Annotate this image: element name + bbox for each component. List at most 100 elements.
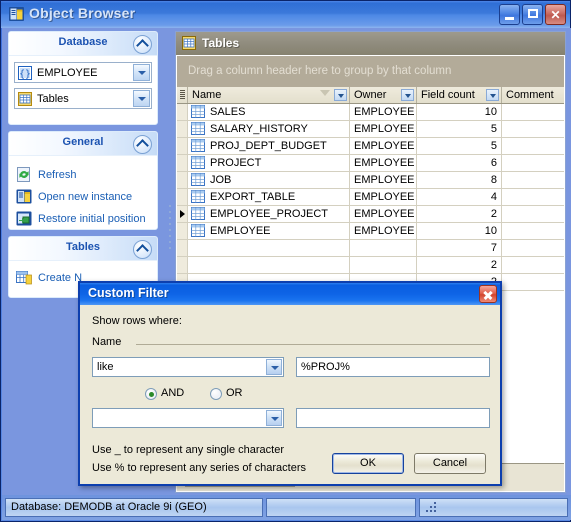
- operator-combo-1[interactable]: like: [92, 357, 284, 377]
- cell-name[interactable]: JOB: [188, 172, 350, 188]
- table-row[interactable]: 7: [177, 240, 564, 257]
- cell-owner[interactable]: EMPLOYEE: [350, 223, 417, 239]
- cell-name[interactable]: SALARY_HISTORY: [188, 121, 350, 137]
- cell-owner[interactable]: [350, 240, 417, 256]
- maximize-button[interactable]: [522, 4, 543, 25]
- cell-fieldcount[interactable]: 10: [417, 104, 502, 120]
- chevron-up-icon[interactable]: [133, 240, 152, 259]
- cell-name[interactable]: [188, 240, 350, 256]
- cell-comment[interactable]: [502, 172, 564, 188]
- column-header-comment[interactable]: Comment: [502, 87, 564, 103]
- radio-and-indicator: [145, 388, 157, 400]
- cell-fieldcount[interactable]: 5: [417, 138, 502, 154]
- table-row[interactable]: 2: [177, 257, 564, 274]
- schema-combo-dropdown[interactable]: [133, 64, 150, 81]
- cell-comment[interactable]: [502, 257, 564, 273]
- cell-comment[interactable]: [502, 104, 564, 120]
- cell-name[interactable]: SALES: [188, 104, 350, 120]
- chevron-up-icon[interactable]: [133, 35, 152, 54]
- cell-owner[interactable]: EMPLOYEE: [350, 172, 417, 188]
- chevron-up-icon[interactable]: [133, 135, 152, 154]
- dialog-close-icon[interactable]: [479, 285, 497, 303]
- row-indicator[interactable]: [177, 172, 188, 188]
- row-indicator[interactable]: [177, 155, 188, 171]
- cell-owner[interactable]: [350, 257, 417, 273]
- row-indicator[interactable]: [177, 121, 188, 137]
- cell-fieldcount[interactable]: 6: [417, 155, 502, 171]
- cell-comment[interactable]: [502, 138, 564, 154]
- operator-combo-1-dropdown[interactable]: [266, 359, 282, 375]
- column-header-name[interactable]: Name: [188, 87, 350, 103]
- cell-name[interactable]: EMPLOYEE_PROJECT: [188, 206, 350, 222]
- cell-name[interactable]: EXPORT_TABLE: [188, 189, 350, 205]
- cell-fieldcount[interactable]: 2: [417, 257, 502, 273]
- nav-group-tables-header[interactable]: Tables: [9, 237, 157, 261]
- cell-owner[interactable]: EMPLOYEE: [350, 155, 417, 171]
- ok-button[interactable]: OK: [332, 453, 404, 474]
- row-indicator[interactable]: [177, 257, 188, 273]
- column-header-owner[interactable]: Owner: [350, 87, 417, 103]
- cell-name[interactable]: PROJECT: [188, 155, 350, 171]
- filter-dropdown-fieldcount[interactable]: [486, 89, 499, 101]
- nav-group-database-header[interactable]: Database: [9, 32, 157, 56]
- cell-owner[interactable]: EMPLOYEE: [350, 206, 417, 222]
- sidebar-item-open-new-instance[interactable]: Open new instance: [16, 188, 152, 207]
- cell-comment[interactable]: [502, 155, 564, 171]
- cell-fieldcount[interactable]: 10: [417, 223, 502, 239]
- cell-owner[interactable]: EMPLOYEE: [350, 189, 417, 205]
- table-row[interactable]: JOB EMPLOYEE 8: [177, 172, 564, 189]
- row-indicator[interactable]: [177, 223, 188, 239]
- cell-owner[interactable]: EMPLOYEE: [350, 104, 417, 120]
- cell-name[interactable]: EMPLOYEE: [188, 223, 350, 239]
- cell-comment[interactable]: [502, 206, 564, 222]
- close-button[interactable]: ✕: [545, 4, 566, 25]
- filter-dropdown-name[interactable]: [334, 89, 347, 101]
- table-row[interactable]: EXPORT_TABLE EMPLOYEE 4: [177, 189, 564, 206]
- table-row[interactable]: PROJECT EMPLOYEE 6: [177, 155, 564, 172]
- cell-fieldcount[interactable]: 8: [417, 172, 502, 188]
- table-row[interactable]: SALARY_HISTORY EMPLOYEE 5: [177, 121, 564, 138]
- row-indicator-current[interactable]: [177, 206, 188, 222]
- cell-fieldcount[interactable]: 2: [417, 206, 502, 222]
- cell-comment[interactable]: [502, 223, 564, 239]
- cell-fieldcount[interactable]: 5: [417, 121, 502, 137]
- cell-comment[interactable]: [502, 240, 564, 256]
- row-indicator[interactable]: [177, 104, 188, 120]
- column-header-fieldcount[interactable]: Field count: [417, 87, 502, 103]
- client-area: Database {} EMPLOYEE Tables General Refr…: [2, 28, 571, 495]
- cell-name[interactable]: [188, 257, 350, 273]
- sidebar-item-refresh[interactable]: Refresh: [16, 166, 152, 185]
- cell-name[interactable]: PROJ_DEPT_BUDGET: [188, 138, 350, 154]
- cell-fieldcount[interactable]: 7: [417, 240, 502, 256]
- value-input-1[interactable]: %PROJ%: [296, 357, 490, 377]
- cell-comment[interactable]: [502, 274, 564, 290]
- value-input-2[interactable]: [296, 408, 490, 428]
- cell-name-text: PROJECT: [210, 157, 262, 169]
- filter-dropdown-owner[interactable]: [401, 89, 414, 101]
- group-by-bar[interactable]: Drag a column header here to group by th…: [177, 56, 564, 87]
- table-row[interactable]: EMPLOYEE_PROJECT EMPLOYEE 2: [177, 206, 564, 223]
- row-indicator[interactable]: [177, 189, 188, 205]
- minimize-button[interactable]: [499, 4, 520, 25]
- nav-group-general-header[interactable]: General: [9, 132, 157, 156]
- table-row[interactable]: EMPLOYEE EMPLOYEE 10: [177, 223, 564, 240]
- resize-grip-icon[interactable]: [425, 501, 436, 512]
- schema-combo[interactable]: {} EMPLOYEE: [14, 62, 152, 83]
- operator-combo-2-dropdown[interactable]: [266, 410, 282, 426]
- object-type-combo-dropdown[interactable]: [133, 90, 150, 107]
- operator-combo-2[interactable]: [92, 408, 284, 428]
- table-row[interactable]: SALES EMPLOYEE 10: [177, 104, 564, 121]
- table-row[interactable]: PROJ_DEPT_BUDGET EMPLOYEE 5: [177, 138, 564, 155]
- row-indicator[interactable]: [177, 138, 188, 154]
- cancel-button[interactable]: Cancel: [414, 453, 486, 474]
- cell-fieldcount[interactable]: 4: [417, 189, 502, 205]
- cell-owner-text: EMPLOYEE: [354, 157, 415, 169]
- cell-comment[interactable]: [502, 121, 564, 137]
- row-indicator[interactable]: [177, 240, 188, 256]
- cell-comment[interactable]: [502, 189, 564, 205]
- object-type-combo[interactable]: Tables: [14, 88, 152, 109]
- sidebar-item-restore-initial-position[interactable]: Restore initial position: [16, 210, 152, 229]
- panel-splitter[interactable]: [167, 203, 174, 255]
- cell-owner[interactable]: EMPLOYEE: [350, 138, 417, 154]
- cell-owner[interactable]: EMPLOYEE: [350, 121, 417, 137]
